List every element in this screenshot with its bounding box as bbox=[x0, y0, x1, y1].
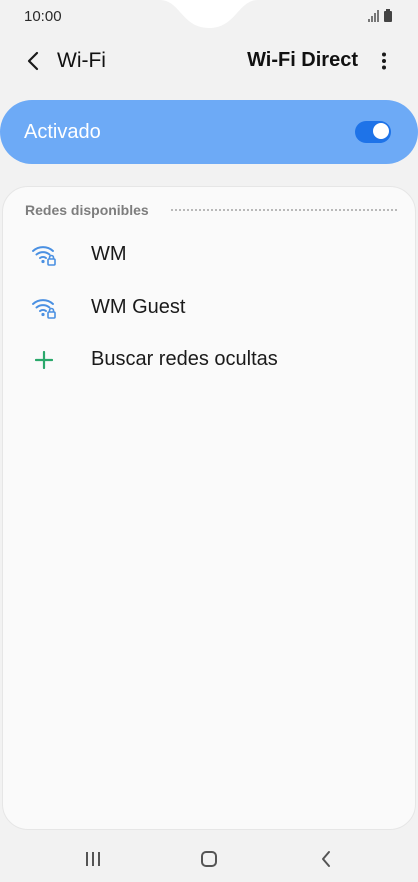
network-item-wm[interactable]: WM bbox=[3, 229, 417, 281]
network-label: WM Guest bbox=[91, 296, 186, 318]
networks-card: Redes disponibles WM WM Guest Buscar red… bbox=[2, 186, 416, 830]
navigation-bar bbox=[0, 834, 418, 882]
section-divider bbox=[171, 209, 397, 211]
back-icon bbox=[322, 851, 330, 867]
wifi-switch[interactable] bbox=[355, 121, 391, 143]
page-title: Wi-Fi bbox=[57, 49, 106, 72]
more-options-button[interactable] bbox=[372, 46, 396, 76]
battery-icon bbox=[384, 9, 392, 22]
recent-apps-icon bbox=[86, 852, 100, 866]
wifi-direct-button[interactable]: Wi-Fi Direct bbox=[247, 49, 358, 72]
status-icons bbox=[368, 9, 392, 22]
home-button[interactable] bbox=[189, 844, 229, 874]
more-vertical-icon bbox=[382, 52, 386, 70]
wifi-lock-icon bbox=[29, 241, 59, 269]
status-bar: 10:00 bbox=[0, 0, 418, 34]
signal-icon bbox=[368, 10, 379, 22]
wifi-lock-icon bbox=[29, 294, 59, 322]
home-icon bbox=[201, 851, 217, 867]
back-nav-button[interactable] bbox=[306, 844, 346, 874]
recent-apps-button[interactable] bbox=[73, 844, 113, 874]
toggle-label: Activado bbox=[24, 121, 101, 143]
status-time: 10:00 bbox=[24, 8, 62, 25]
section-header: Redes disponibles bbox=[25, 202, 149, 218]
camera-notch bbox=[160, 0, 258, 28]
switch-knob bbox=[372, 122, 390, 140]
back-button[interactable] bbox=[18, 46, 48, 76]
plus-icon bbox=[29, 346, 59, 374]
wifi-master-toggle[interactable]: Activado bbox=[0, 100, 418, 164]
add-hidden-network-button[interactable]: Buscar redes ocultas bbox=[3, 334, 417, 386]
network-item-wm-guest[interactable]: WM Guest bbox=[3, 282, 417, 334]
app-bar: Wi-Fi Wi-Fi Direct bbox=[0, 40, 418, 82]
chevron-left-icon bbox=[27, 51, 39, 71]
add-hidden-network-label: Buscar redes ocultas bbox=[91, 348, 278, 370]
network-label: WM bbox=[91, 243, 127, 265]
